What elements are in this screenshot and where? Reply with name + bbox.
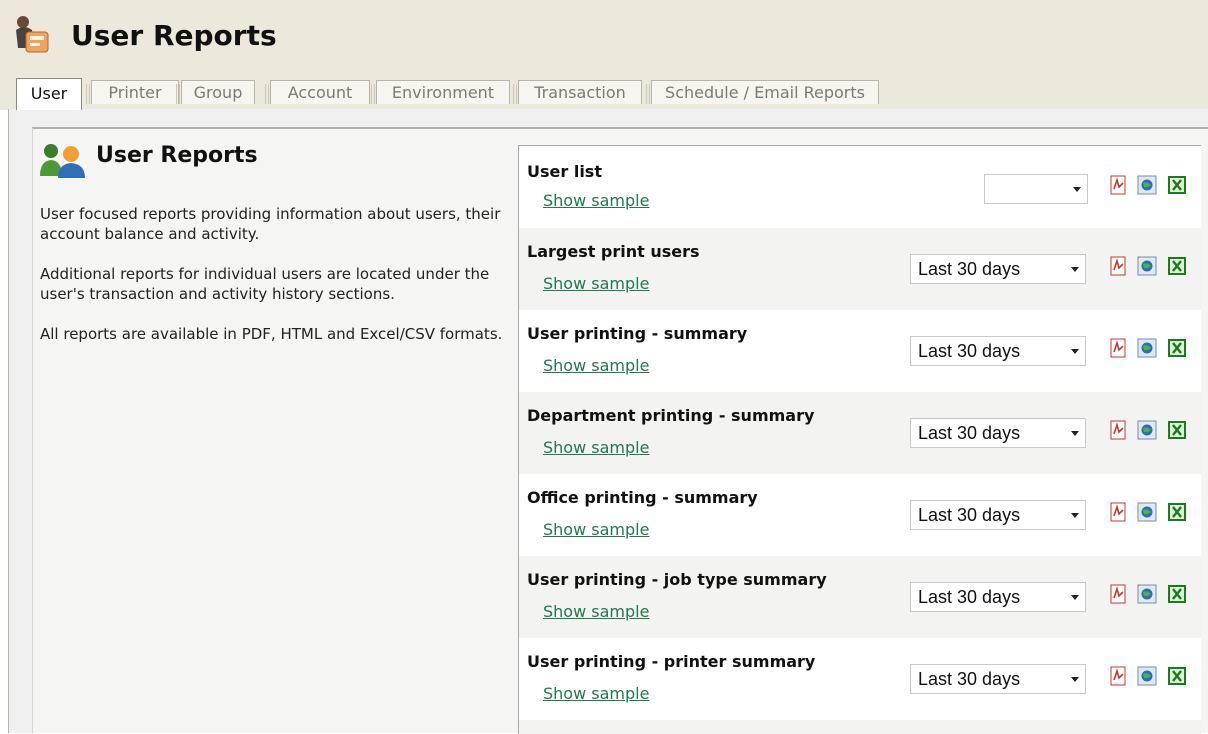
chevron-down-icon: [1071, 513, 1079, 518]
section-description-locations: Additional reports for individual users …: [40, 265, 490, 303]
date-range-value: Last 30 days: [918, 669, 1021, 689]
date-range-select[interactable]: Last 30 days: [910, 254, 1086, 284]
show-sample-link[interactable]: Show sample: [543, 438, 649, 457]
chevron-down-icon: [1071, 595, 1079, 600]
date-range-select[interactable]: Last 30 days: [910, 336, 1086, 366]
report-name: Office printing - summary: [527, 488, 758, 507]
section-description-formats: All reports are available in PDF, HTML a…: [40, 325, 503, 343]
chevron-down-icon: [1073, 187, 1081, 192]
section-title: User Reports: [96, 143, 258, 168]
tab-schedule-email-reports[interactable]: Schedule / Email Reports: [646, 80, 879, 104]
report-name: Department printing - summary: [527, 406, 815, 425]
excel-icon[interactable]: [1167, 175, 1187, 195]
tab-user[interactable]: User: [16, 78, 82, 110]
report-name: User printing - summary: [527, 324, 748, 343]
tab-printer[interactable]: Printer: [86, 80, 179, 104]
tab-environment[interactable]: Environment: [371, 80, 510, 104]
pdf-icon[interactable]: [1108, 256, 1128, 276]
date-range-select[interactable]: Last 30 days: [910, 500, 1086, 530]
html-globe-icon[interactable]: [1137, 420, 1157, 440]
report-name: Largest print users: [527, 242, 700, 261]
show-sample-link[interactable]: Show sample: [543, 684, 649, 703]
pdf-icon[interactable]: [1108, 502, 1128, 522]
html-globe-icon[interactable]: [1137, 338, 1157, 358]
show-sample-link[interactable]: Show sample: [543, 191, 649, 210]
printer-user-icon: [16, 16, 49, 53]
pdf-icon[interactable]: [1108, 420, 1128, 440]
date-range-value: Last 30 days: [918, 341, 1021, 361]
show-sample-link[interactable]: Show sample: [543, 356, 649, 375]
report-row-user-printing-job-type-summary: User printing - job type summary Show sa…: [519, 556, 1201, 638]
tab-group[interactable]: Group: [176, 80, 255, 104]
chevron-down-icon: [1071, 677, 1079, 682]
date-range-value: Last 30 days: [918, 505, 1021, 525]
chevron-down-icon: [1071, 267, 1079, 272]
show-sample-link[interactable]: Show sample: [543, 274, 649, 293]
page-title: User Reports: [71, 19, 277, 52]
date-range-select[interactable]: [984, 174, 1088, 204]
pdf-icon[interactable]: [1108, 338, 1128, 358]
report-row-largest-print-users: Largest print users Show sample Last 30 …: [519, 228, 1201, 310]
excel-icon[interactable]: [1167, 584, 1187, 604]
chevron-down-icon: [1071, 349, 1079, 354]
excel-icon[interactable]: [1167, 420, 1187, 440]
html-globe-icon[interactable]: [1137, 584, 1157, 604]
show-sample-link[interactable]: Show sample: [543, 602, 649, 621]
show-sample-link[interactable]: Show sample: [543, 520, 649, 539]
date-range-value: Last 30 days: [918, 423, 1021, 443]
html-globe-icon[interactable]: [1137, 502, 1157, 522]
date-range-value: Last 30 days: [918, 587, 1021, 607]
report-name: User printing - printer summary: [527, 652, 816, 671]
report-row-user-list: User list Show sample: [519, 146, 1201, 228]
report-name: User list: [527, 162, 602, 181]
excel-icon[interactable]: [1167, 256, 1187, 276]
pdf-icon[interactable]: [1108, 175, 1128, 195]
date-range-select[interactable]: Last 30 days: [910, 664, 1086, 694]
html-globe-icon[interactable]: [1137, 175, 1157, 195]
tab-transaction[interactable]: Transaction: [513, 80, 642, 104]
pdf-icon[interactable]: [1108, 666, 1128, 686]
date-range-select[interactable]: Last 30 days: [910, 418, 1086, 448]
report-list: User list Show sample Largest print user…: [518, 145, 1201, 734]
report-row-department-printing-summary: Department printing - summary Show sampl…: [519, 392, 1201, 474]
date-range-select[interactable]: Last 30 days: [910, 582, 1086, 612]
report-row-office-printing-summary: Office printing - summary Show sample La…: [519, 474, 1201, 556]
report-row-next: [519, 720, 1201, 734]
excel-icon[interactable]: [1167, 338, 1187, 358]
users-group-icon: [40, 144, 85, 178]
chevron-down-icon: [1071, 431, 1079, 436]
section-description: User focused reports providing informati…: [40, 205, 501, 243]
html-globe-icon[interactable]: [1137, 666, 1157, 686]
excel-icon[interactable]: [1167, 666, 1187, 686]
report-row-user-printing-printer-summary: User printing - printer summary Show sam…: [519, 638, 1201, 720]
html-globe-icon[interactable]: [1137, 256, 1157, 276]
excel-icon[interactable]: [1167, 502, 1187, 522]
pdf-icon[interactable]: [1108, 584, 1128, 604]
tab-account[interactable]: Account: [265, 80, 370, 104]
date-range-value: Last 30 days: [918, 259, 1021, 279]
report-row-user-printing-summary: User printing - summary Show sample Last…: [519, 310, 1201, 392]
report-name: User printing - job type summary: [527, 570, 827, 589]
